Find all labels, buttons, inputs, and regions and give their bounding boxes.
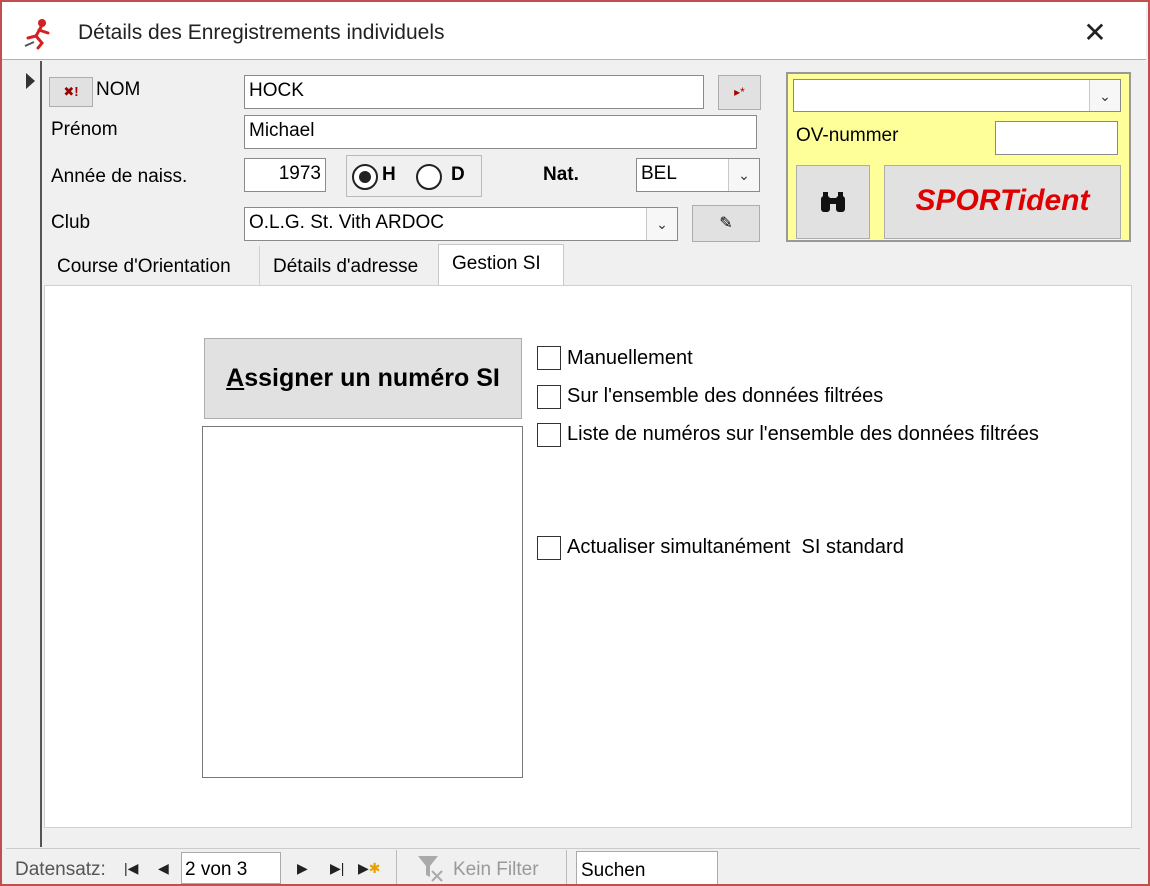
- si-numbers-list[interactable]: [202, 426, 523, 778]
- window-title: Détails des Enregistrements individuels: [78, 21, 445, 44]
- update-si-standard-checkbox[interactable]: [537, 536, 561, 560]
- first-record-icon[interactable]: |◀: [124, 860, 138, 877]
- sportident-label: SPORTident: [915, 184, 1090, 217]
- filtered-data-label: Sur l'ensemble des données filtrées: [567, 385, 884, 407]
- number-list-checkbox[interactable]: [537, 423, 561, 447]
- app-icon: [22, 16, 56, 50]
- search-si-button[interactable]: [796, 165, 870, 239]
- chevron-down-icon[interactable]: ⌄: [728, 159, 759, 191]
- filter-status[interactable]: Kein Filter: [453, 859, 539, 881]
- ov-label: OV-nummer: [796, 125, 899, 146]
- chevron-down-icon[interactable]: ⌄: [646, 208, 677, 240]
- tab-gestion-si[interactable]: Gestion SI: [438, 244, 564, 287]
- nat-value: BEL: [641, 163, 677, 184]
- prenom-field[interactable]: Michael: [244, 115, 757, 149]
- next-record-icon[interactable]: ▶: [297, 860, 308, 877]
- new-record-icon: ▸*: [734, 85, 745, 99]
- filter-off-icon: [418, 856, 443, 882]
- nom-field[interactable]: HOCK: [244, 75, 704, 109]
- manuellement-checkbox[interactable]: [537, 346, 561, 370]
- sportident-button[interactable]: SPORTident: [884, 165, 1121, 239]
- last-record-icon[interactable]: ▶|: [330, 860, 344, 877]
- gender-h-radio[interactable]: [352, 164, 378, 190]
- radio-dot: [359, 171, 371, 183]
- prev-record-icon[interactable]: ◀: [158, 860, 169, 877]
- gender-h-label: H: [382, 164, 396, 185]
- annee-field[interactable]: 1973: [244, 158, 326, 192]
- filtered-data-checkbox[interactable]: [537, 385, 561, 409]
- record-position-field[interactable]: 2 von 3: [181, 852, 281, 884]
- current-record-arrow-icon: [24, 72, 36, 90]
- update-si-standard-label: Actualiser simultanément SI standard: [567, 536, 904, 558]
- search-input[interactable]: Suchen: [576, 851, 718, 885]
- annee-label: Année de naiss.: [51, 166, 188, 187]
- prenom-label: Prénom: [51, 119, 118, 140]
- manuellement-label: Manuellement: [567, 347, 693, 369]
- clear-button[interactable]: ✖!: [49, 77, 93, 107]
- chevron-down-icon[interactable]: ⌄: [1089, 80, 1120, 111]
- assign-mnemonic: A: [226, 364, 245, 392]
- record-navigation-bar: [6, 848, 1140, 884]
- binoculars-icon: [821, 192, 845, 212]
- assign-si-button[interactable]: Assigner un numéro SI: [204, 338, 522, 419]
- club-edit-button[interactable]: ✎: [692, 205, 760, 242]
- ov-field[interactable]: [995, 121, 1118, 155]
- si-combo[interactable]: ⌄: [793, 79, 1121, 112]
- club-select[interactable]: O.L.G. St. Vith ARDOC ⌄: [244, 207, 678, 241]
- tab-details-adresse[interactable]: Détails d'adresse: [260, 246, 438, 286]
- club-value: O.L.G. St. Vith ARDOC: [249, 212, 444, 233]
- record-label: Datensatz:: [15, 859, 106, 880]
- number-list-label: Liste de numéros sur l'ensemble des donn…: [567, 423, 1039, 445]
- gender-d-label: D: [451, 164, 465, 185]
- close-icon[interactable]: ✕: [1078, 16, 1112, 50]
- nat-label: Nat.: [543, 164, 579, 185]
- edit-icon: ✎: [719, 215, 733, 232]
- record-selector-column: [2, 61, 42, 847]
- new-record-button[interactable]: ▸*: [718, 75, 761, 110]
- clear-icon: ✖!: [63, 84, 79, 99]
- nat-select[interactable]: BEL ⌄: [636, 158, 760, 192]
- club-label: Club: [51, 212, 91, 233]
- nom-label: NOM: [96, 79, 141, 100]
- tab-course-orientation[interactable]: Course d'Orientation: [44, 246, 260, 286]
- separator: [396, 850, 397, 884]
- separator: [566, 850, 567, 884]
- new-record-nav-icon[interactable]: ▶✱: [358, 860, 381, 877]
- gender-d-radio[interactable]: [416, 164, 442, 190]
- assign-label: ssigner un numéro SI: [244, 364, 500, 392]
